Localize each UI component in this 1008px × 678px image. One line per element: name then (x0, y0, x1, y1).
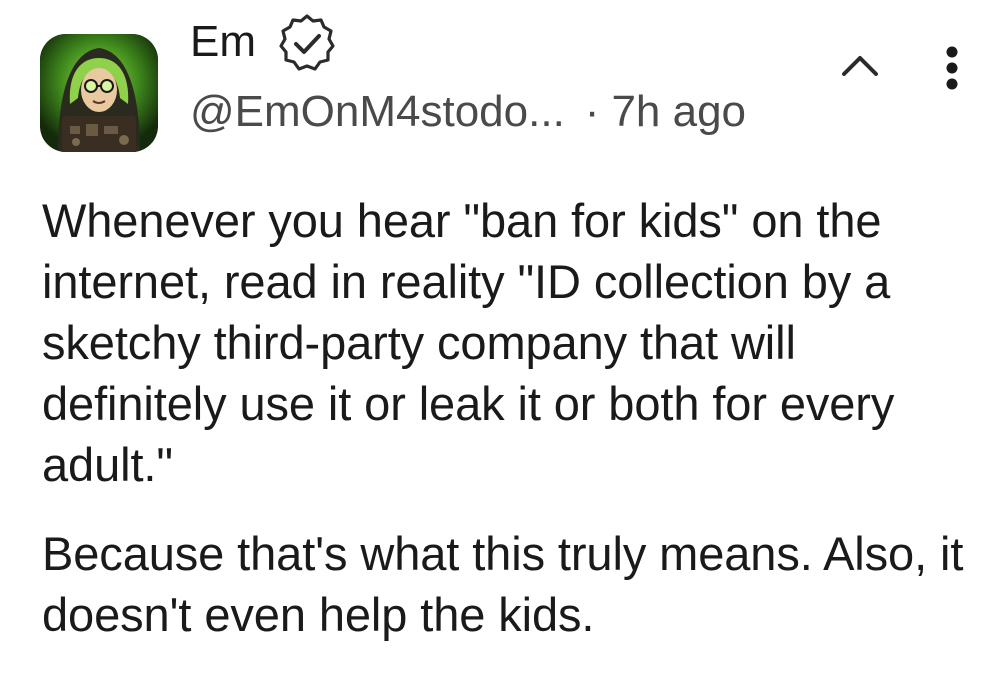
author-handle[interactable]: @EmOnM4stodo... (190, 87, 565, 136)
post-body: Whenever you hear "ban for kids" on the … (42, 190, 982, 645)
post-paragraph: Because that's what this truly means. Al… (42, 527, 964, 641)
author-display-name[interactable]: Em (190, 14, 256, 70)
avatar[interactable] (40, 34, 158, 152)
more-vertical-icon[interactable] (932, 44, 972, 92)
chevron-up-icon[interactable] (836, 46, 884, 86)
post-paragraph: Whenever you hear "ban for kids" on the … (42, 194, 895, 491)
post-timestamp[interactable]: 7h ago (611, 87, 746, 136)
meta-separator: · (584, 87, 600, 136)
author-meta-row: @EmOnM4stodo... · 7h ago (190, 86, 746, 138)
post-card: Em @EmOnM4stodo... · 7h ago Whenever you h… (0, 0, 1008, 678)
verified-badge-icon (279, 14, 335, 71)
avatar-image (40, 34, 158, 152)
